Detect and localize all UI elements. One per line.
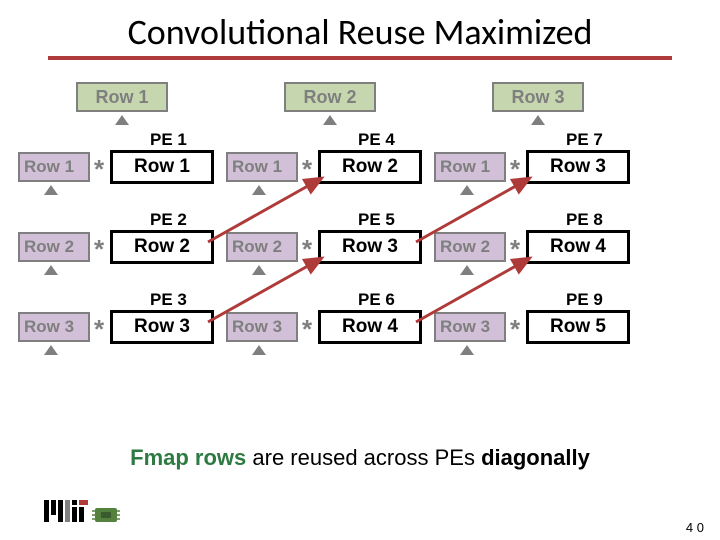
diagram-stage: Row 1 Row 2 Row 3 PE 1 PE 4 PE 7 Row 1 *… [0, 60, 720, 440]
triangle-icon [115, 115, 129, 125]
pe-data-box: Row 3 [526, 150, 630, 184]
asterisk-icon: * [94, 154, 104, 185]
triangle-icon [44, 345, 58, 355]
triangle-icon [252, 265, 266, 275]
asterisk-icon: * [302, 314, 312, 345]
filter-box: Row 2 [434, 232, 506, 262]
triangle-icon [323, 115, 337, 125]
asterisk-icon: * [302, 234, 312, 265]
footer-mid: are reused across PEs [246, 445, 481, 470]
pe-label: PE 5 [358, 210, 395, 230]
fmap-top-3: Row 3 [492, 82, 584, 112]
page-number: 4 0 [686, 521, 704, 534]
pe-data-box: Row 1 [110, 150, 214, 184]
asterisk-icon: * [94, 314, 104, 345]
pe-label: PE 9 [566, 290, 603, 310]
pe-label: PE 4 [358, 130, 395, 150]
pe-data-box: Row 5 [526, 310, 630, 344]
pe-data-box: Row 3 [318, 230, 422, 264]
asterisk-icon: * [302, 154, 312, 185]
filter-box: Row 1 [434, 152, 506, 182]
filter-box: Row 1 [226, 152, 298, 182]
footer-bold: diagonally [481, 445, 590, 470]
triangle-icon [252, 185, 266, 195]
pe-data-box: Row 3 [110, 310, 214, 344]
pe-data-box: Row 4 [318, 310, 422, 344]
asterisk-icon: * [510, 234, 520, 265]
pe-data-box: Row 4 [526, 230, 630, 264]
pe-label: PE 7 [566, 130, 603, 150]
pe-label: PE 8 [566, 210, 603, 230]
filter-box: Row 3 [18, 312, 90, 342]
fmap-word: Fmap rows [130, 445, 246, 470]
triangle-icon [460, 345, 474, 355]
pe-label: PE 3 [150, 290, 187, 310]
pe-data-box: Row 2 [110, 230, 214, 264]
footer-caption: Fmap rows are reused across PEs diagonal… [0, 445, 720, 471]
asterisk-icon: * [94, 234, 104, 265]
asterisk-icon: * [510, 314, 520, 345]
filter-box: Row 2 [18, 232, 90, 262]
chip-icon [92, 506, 120, 524]
triangle-icon [252, 345, 266, 355]
filter-box: Row 3 [434, 312, 506, 342]
triangle-icon [460, 265, 474, 275]
pe-label: PE 6 [358, 290, 395, 310]
triangle-icon [531, 115, 545, 125]
filter-box: Row 2 [226, 232, 298, 262]
triangle-icon [460, 185, 474, 195]
pe-label: PE 2 [150, 210, 187, 230]
mit-logo-icon [44, 500, 88, 522]
triangle-icon [44, 185, 58, 195]
pe-label: PE 1 [150, 130, 187, 150]
pe-data-box: Row 2 [318, 150, 422, 184]
filter-box: Row 1 [18, 152, 90, 182]
triangle-icon [44, 265, 58, 275]
fmap-top-2: Row 2 [284, 82, 376, 112]
filter-box: Row 3 [226, 312, 298, 342]
fmap-top-1: Row 1 [76, 82, 168, 112]
slide-title: Convolutional Reuse Maximized [0, 0, 720, 56]
asterisk-icon: * [510, 154, 520, 185]
